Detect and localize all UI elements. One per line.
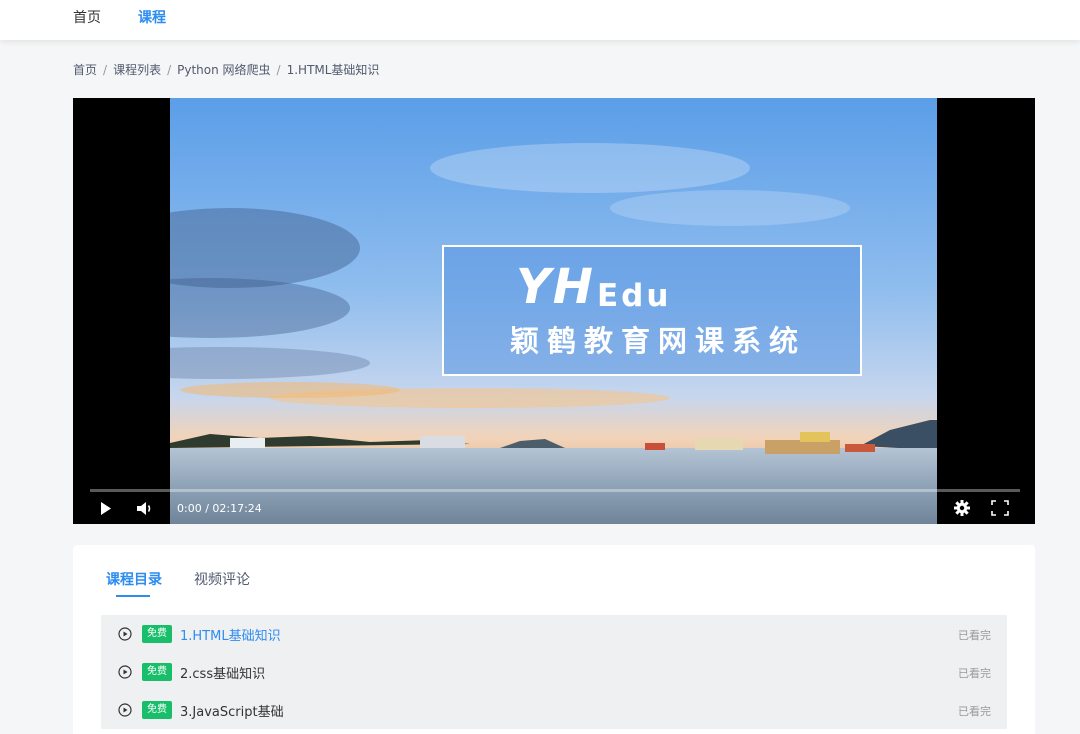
poster-brand-mark: YH	[516, 259, 595, 315]
poster-logo-box: YH Edu 颖鹤教育网课系统	[442, 245, 862, 376]
play-circle-icon	[118, 627, 132, 641]
time-display: 0:00 / 02:17:24	[177, 502, 262, 515]
lesson-list: 免费 1.HTML基础知识 已看完 免费 2.css基础知识 已看完 免费 3.…	[101, 615, 1007, 729]
breadcrumb-item-course-list[interactable]: 课程列表	[113, 63, 161, 77]
course-panel: 课程目录 视频评论 免费 1.HTML基础知识 已看完 免费 2.css基础知识…	[73, 545, 1035, 734]
play-circle-icon	[118, 665, 132, 679]
tab-video-comments[interactable]: 视频评论	[194, 569, 250, 589]
lesson-title[interactable]: 1.HTML基础知识	[180, 625, 281, 644]
lesson-item[interactable]: 免费 3.JavaScript基础 已看完	[101, 691, 1007, 729]
top-navigation: 首页 课程	[0, 0, 1080, 40]
video-frame[interactable]: YH Edu 颖鹤教育网课系统	[170, 98, 937, 524]
free-badge: 免费	[142, 625, 172, 643]
breadcrumb-separator: /	[103, 63, 108, 77]
lesson-title[interactable]: 3.JavaScript基础	[180, 701, 284, 720]
lesson-title[interactable]: 2.css基础知识	[180, 663, 265, 682]
lesson-status: 已看完	[958, 629, 991, 642]
video-progress-bar[interactable]	[90, 489, 1020, 492]
fullscreen-icon[interactable]	[991, 500, 1009, 516]
nav-item-courses[interactable]: 课程	[138, 7, 166, 27]
video-player[interactable]: YH Edu 颖鹤教育网课系统 0:00 / 02:17:24	[73, 98, 1035, 524]
poster-subtitle: 颖鹤教育网课系统	[510, 324, 807, 358]
lesson-item[interactable]: 免费 1.HTML基础知识 已看完	[101, 615, 1007, 653]
breadcrumb-separator: /	[167, 63, 172, 77]
lesson-status: 已看完	[958, 667, 991, 680]
breadcrumb: 首页 / 课程列表 / Python 网络爬虫 / 1.HTML基础知识	[73, 61, 379, 78]
lesson-status: 已看完	[958, 705, 991, 718]
free-badge: 免费	[142, 701, 172, 719]
tab-active-indicator	[116, 595, 150, 597]
play-circle-icon	[118, 703, 132, 717]
tab-course-catalog[interactable]: 课程目录	[106, 569, 162, 589]
play-icon[interactable]	[100, 502, 112, 515]
free-badge: 免费	[142, 663, 172, 681]
gear-icon[interactable]	[953, 499, 971, 517]
breadcrumb-item-current-lesson: 1.HTML基础知识	[286, 63, 380, 77]
breadcrumb-item-home[interactable]: 首页	[73, 63, 97, 77]
breadcrumb-item-course[interactable]: Python 网络爬虫	[177, 63, 270, 77]
poster-brand-word: Edu	[597, 278, 672, 314]
volume-icon[interactable]	[136, 501, 154, 516]
player-controls: 0:00 / 02:17:24	[73, 494, 1035, 524]
nav-item-home[interactable]: 首页	[73, 7, 101, 27]
lesson-item[interactable]: 免费 2.css基础知识 已看完	[101, 653, 1007, 691]
breadcrumb-separator: /	[276, 63, 281, 77]
